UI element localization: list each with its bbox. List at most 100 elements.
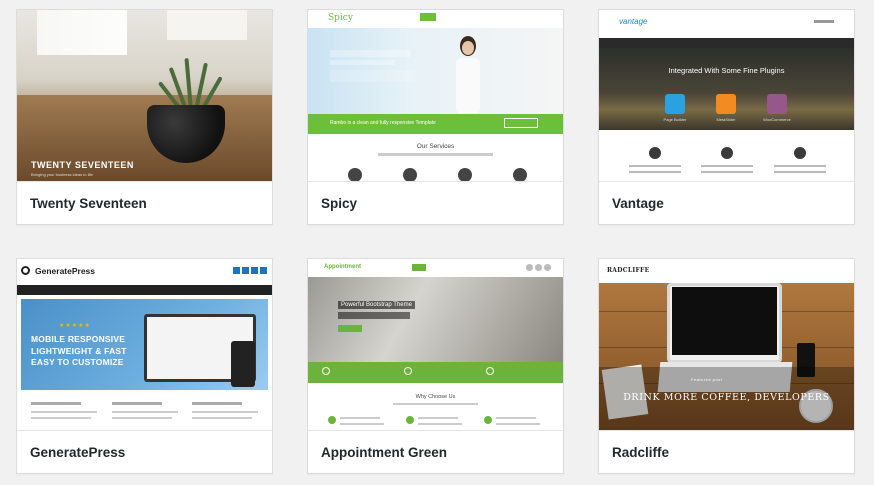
theme-card-appointment-green[interactable]: Appointment Powerful Bootstrap Theme Why… xyxy=(307,258,564,474)
hero-text-block xyxy=(330,70,415,82)
why-subtext xyxy=(393,403,478,405)
column-text xyxy=(112,411,178,413)
banner-button xyxy=(504,118,538,128)
theme-card-footer: Appointment Green xyxy=(308,430,563,473)
feature-text xyxy=(701,165,753,167)
feature-text xyxy=(774,165,826,167)
service-text xyxy=(340,417,380,419)
social-icon xyxy=(544,264,551,271)
services-subtext xyxy=(378,153,493,156)
service-icon xyxy=(328,416,336,424)
column-heading xyxy=(192,402,242,405)
window-light xyxy=(37,10,127,55)
service-icon xyxy=(403,168,417,181)
theme-card-footer: GeneratePress xyxy=(17,430,272,473)
metaslider-icon xyxy=(716,94,736,114)
theme-card-footer: Radcliffe xyxy=(599,430,854,473)
theme-card-footer: Vantage xyxy=(599,181,854,224)
service-text xyxy=(340,423,384,425)
hero-line: EASY TO CUSTOMIZE xyxy=(31,357,124,367)
plugin-label: Page Builder xyxy=(663,117,687,122)
theme-name[interactable]: Twenty Seventeen xyxy=(30,196,147,211)
theme-card-radcliffe[interactable]: RADCLIFFE Featured post DRINK MORE COFFE… xyxy=(598,258,855,474)
theme-card-footer: Spicy xyxy=(308,181,563,224)
column-text xyxy=(112,417,172,419)
banner-text: Rambo is a clean and fully responsive Te… xyxy=(330,120,436,126)
theme-name[interactable]: Appointment Green xyxy=(321,445,447,460)
feature-text xyxy=(629,165,681,167)
preview-logo: vantage xyxy=(619,17,648,26)
window-light xyxy=(167,10,247,40)
preview-header-text xyxy=(814,20,834,23)
hero-label: Featured post xyxy=(691,377,723,382)
preview-logo: Spicy xyxy=(328,13,353,23)
preview-nav xyxy=(17,285,272,295)
plugin-label: WooCommerce xyxy=(763,117,791,122)
preview-logo: GeneratePress xyxy=(35,266,96,276)
theme-card-twenty-seventeen[interactable]: TWENTY SEVENTEEN Bringing your business … xyxy=(16,9,273,225)
theme-screenshot[interactable]: TWENTY SEVENTEEN Bringing your business … xyxy=(17,10,272,181)
theme-screenshot[interactable]: GeneratePress ★★★★★ MOBILE RESPONSIVE LI… xyxy=(17,259,272,430)
service-icon xyxy=(406,416,414,424)
service-icon xyxy=(348,168,362,181)
social-icon xyxy=(526,264,533,271)
clock-icon xyxy=(404,367,412,375)
theme-card-spicy[interactable]: Spicy Rambo is a clean and fully respons… xyxy=(307,9,564,225)
theme-screenshot[interactable]: vantage Integrated With Some Fine Plugin… xyxy=(599,10,854,181)
preview-nav xyxy=(599,38,854,48)
hero-text: MOBILE RESPONSIVE LIGHTWEIGHT & FAST EAS… xyxy=(31,334,127,369)
generatepress-logo-icon xyxy=(21,266,30,275)
column-text xyxy=(192,417,252,419)
preview-subcaption: Bringing your business ideas to life xyxy=(31,172,93,177)
service-text xyxy=(496,417,536,419)
services-heading: Our Services xyxy=(416,143,455,150)
column-text xyxy=(31,417,91,419)
preview-nav-active xyxy=(412,264,426,271)
page-builder-icon xyxy=(665,94,685,114)
hero-title: Powerful Bootstrap Theme xyxy=(338,301,415,309)
person-illustration xyxy=(456,36,480,114)
feature-icon xyxy=(721,147,733,159)
hero-text-block xyxy=(330,50,410,57)
theme-card-vantage[interactable]: vantage Integrated With Some Fine Plugin… xyxy=(598,9,855,225)
why-heading: Why Choose Us xyxy=(415,394,456,400)
feature-text xyxy=(629,171,681,173)
woocommerce-icon xyxy=(767,94,787,114)
preview-caption: TWENTY SEVENTEEN xyxy=(31,160,134,170)
theme-name[interactable]: Radcliffe xyxy=(612,445,669,460)
hero-title: DRINK MORE COFFEE, DEVELOPERS xyxy=(623,392,830,403)
preview-logo: Appointment xyxy=(324,264,361,270)
theme-card-generatepress[interactable]: GeneratePress ★★★★★ MOBILE RESPONSIVE LI… xyxy=(16,258,273,474)
preview-nav-active xyxy=(420,13,436,21)
service-icon xyxy=(484,416,492,424)
preview-logo: RADCLIFFE xyxy=(607,267,650,274)
hero-subtitle xyxy=(338,312,410,319)
feature-icon xyxy=(649,147,661,159)
service-text xyxy=(496,423,540,425)
theme-screenshot[interactable]: Spicy Rambo is a clean and fully respons… xyxy=(308,10,563,181)
theme-screenshot[interactable]: RADCLIFFE Featured post DRINK MORE COFFE… xyxy=(599,259,854,430)
phone-mockup xyxy=(231,341,255,387)
service-text xyxy=(418,423,462,425)
column-text xyxy=(31,411,97,413)
column-text xyxy=(192,411,258,413)
theme-name[interactable]: GeneratePress xyxy=(30,445,125,460)
service-icon xyxy=(458,168,472,181)
phone-icon xyxy=(322,367,330,375)
theme-name[interactable]: Spicy xyxy=(321,196,357,211)
social-icon xyxy=(251,267,258,274)
hero-title: Integrated With Some Fine Plugins xyxy=(668,66,785,75)
theme-name[interactable]: Vantage xyxy=(612,196,664,211)
preview-hero xyxy=(308,277,563,362)
hero-text-block xyxy=(330,60,395,65)
social-icon xyxy=(242,267,249,274)
service-icon xyxy=(513,168,527,181)
rating-stars: ★★★★★ xyxy=(59,323,91,329)
contact-banner xyxy=(308,362,563,383)
feature-text xyxy=(774,171,826,173)
hero-line: MOBILE RESPONSIVE xyxy=(31,334,126,344)
feature-icon xyxy=(794,147,806,159)
social-icon xyxy=(535,264,542,271)
email-icon xyxy=(486,367,494,375)
theme-screenshot[interactable]: Appointment Powerful Bootstrap Theme Why… xyxy=(308,259,563,430)
